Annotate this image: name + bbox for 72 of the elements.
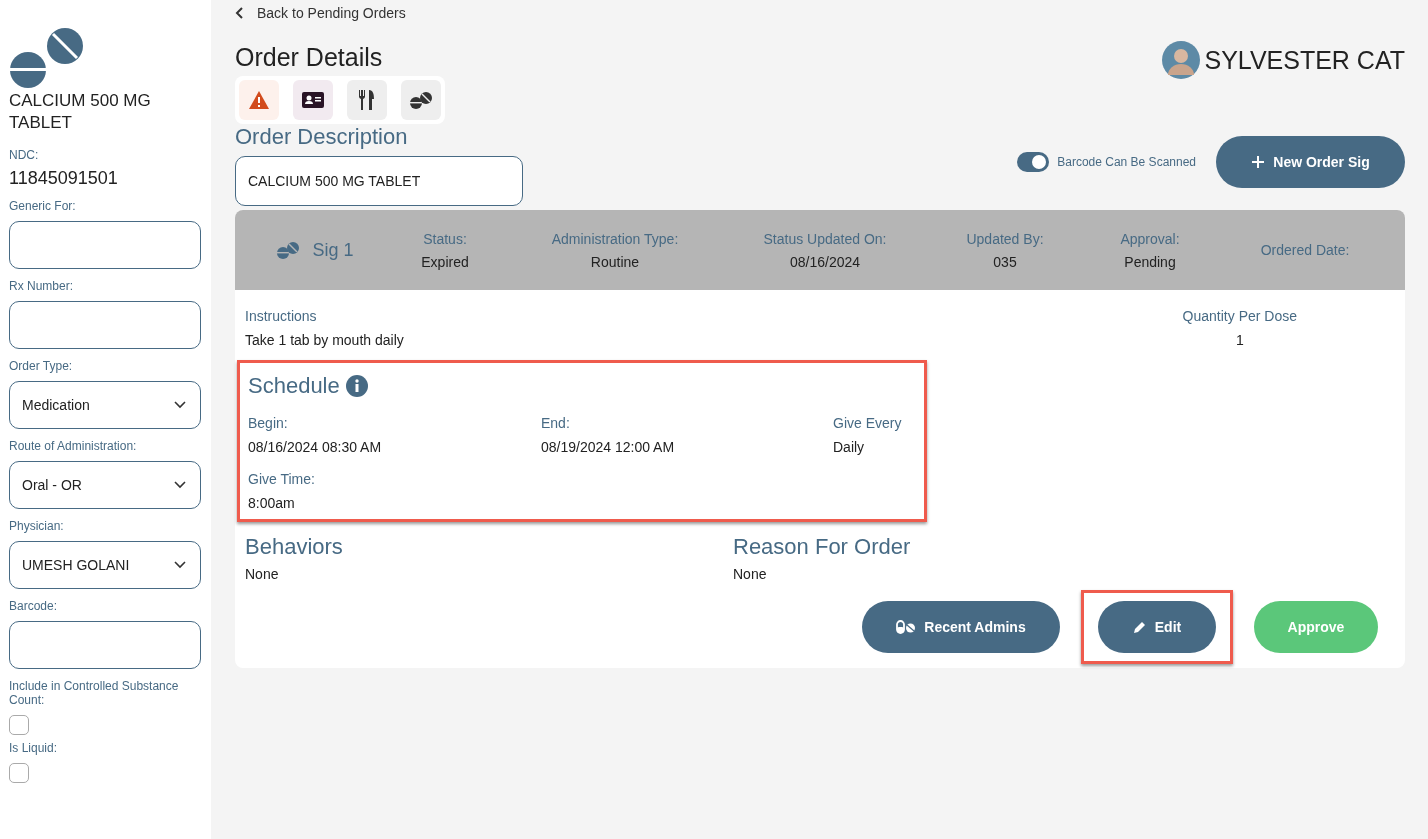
chevron-left-icon [235,7,245,19]
field-label: Rx Number: [9,279,74,293]
field-label: Give Time: [248,471,316,487]
sig-name: Sig 1 [312,239,354,261]
field-label: NDC: [9,148,40,162]
field-value: Daily [833,439,866,455]
field-value: 8:00am [248,495,296,511]
field-value: None [733,566,768,582]
column-label: Ordered Date: [1260,242,1350,258]
drug-name: CALCIUM 500 MG TABLET [9,90,152,134]
utensils-icon[interactable] [347,80,387,120]
section-heading: Order Description [235,124,409,150]
field-label: Is Liquid: [9,741,59,755]
field-label: Generic For: [9,199,77,213]
section-heading: Schedule [248,373,340,399]
checkbox[interactable] [9,715,29,735]
column-label: Status Updated On: [763,230,887,247]
column-label: Approval: [1120,230,1180,247]
field-label: Physician: [9,519,65,533]
field-value: 08/19/2024 12:00 AM [541,439,676,455]
section-heading: Behaviors [245,534,344,560]
edit-button[interactable]: Edit [1098,601,1216,653]
avatar-icon [1162,41,1201,79]
field-value: 11845091501 [9,168,119,189]
field-label: Barcode: [9,599,59,613]
field-label: End: [541,415,571,431]
input-field[interactable] [9,221,201,269]
section-heading: Reason For Order [733,534,912,560]
column-value: Expired [421,253,469,270]
input-field[interactable] [9,621,201,669]
field-label: Quantity Per Dose [1182,308,1297,324]
pills-icon[interactable] [401,80,441,120]
column-value: Pending [1124,253,1176,270]
field-label: Give Every [833,415,903,431]
select-field[interactable]: Oral - OR [9,461,201,509]
warning-icon[interactable] [239,80,279,120]
new-order-sig-button[interactable]: New Order Sig [1216,136,1405,188]
pills-icon [276,241,301,259]
field-value: Take 1 tab by mouth daily [245,332,404,348]
recent-admins-button[interactable]: Recent Admins [862,601,1060,653]
plus-icon [1251,155,1266,169]
column-value: 035 [993,253,1017,270]
field-label: Order Type: [9,359,74,373]
column-value: 08/16/2024 [789,253,861,270]
page-title: Order Details [235,43,384,72]
patient-name: SYLVESTER CAT [1204,45,1405,75]
pencil-icon [1132,620,1147,634]
chevron-down-icon [174,481,186,489]
select-field[interactable]: UMESH GOLANI [9,541,201,589]
select-field[interactable]: Medication [9,381,201,429]
field-value: None [245,566,280,582]
field-value: 1 [1235,332,1244,348]
pills-icon [896,620,917,634]
chevron-down-icon [174,401,186,409]
field-label: Begin: [248,415,289,431]
chevron-down-icon [174,561,186,569]
column-label: Administration Type: [551,230,679,247]
back-link[interactable]: Back to Pending Orders [235,5,406,21]
column-value: Routine [590,253,640,270]
id-card-icon[interactable] [293,80,333,120]
toggle-label: Barcode Can Be Scanned [1057,155,1196,169]
input-field[interactable]: CALCIUM 500 MG TABLET [235,156,523,206]
input-field[interactable] [9,301,201,349]
info-icon[interactable] [345,375,368,397]
column-label: Updated By: [966,230,1044,247]
field-label: Route of Administration: [9,439,138,453]
field-label: Include in Controlled Substance Count: [9,679,180,707]
checkbox[interactable] [9,763,29,783]
field-label: Instructions [245,308,318,324]
column-label: Status: [423,230,467,247]
field-value: 08/16/2024 08:30 AM [248,439,383,455]
toggle-switch[interactable] [1017,152,1050,172]
